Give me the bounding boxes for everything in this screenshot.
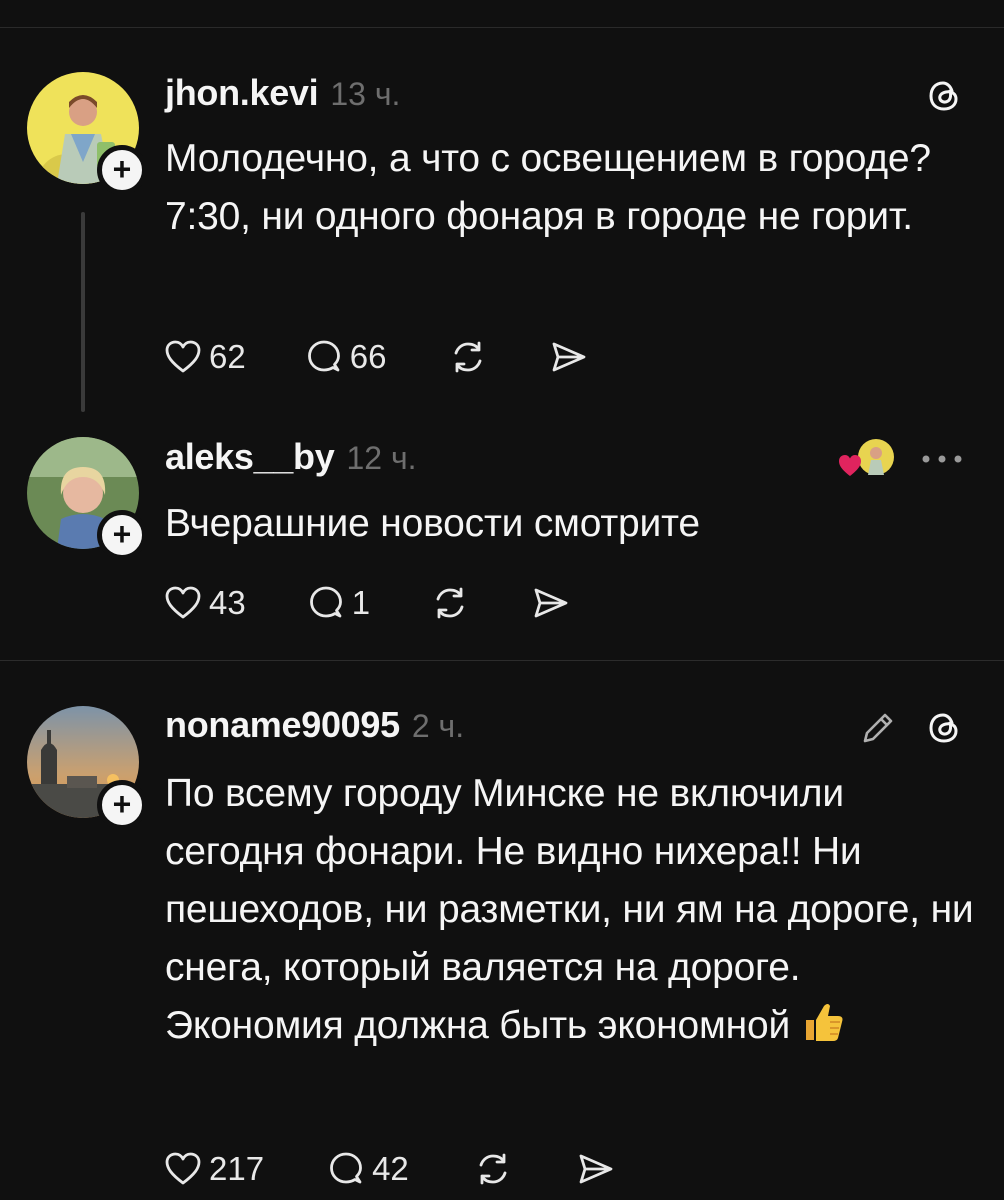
like-count: 43 (209, 584, 246, 621)
username[interactable]: noname90095 (165, 704, 400, 746)
repost-icon (436, 587, 464, 619)
post-text-content: По всему городу Минске не включили сегод… (165, 772, 974, 1047)
more-options-icon[interactable] (918, 444, 966, 474)
comment-count: 1 (351, 584, 371, 621)
post-text: Вчерашние новости смотрите (165, 502, 700, 545)
post-header: noname90095 2 ч. (165, 704, 464, 748)
timestamp: 13 ч. (330, 76, 401, 112)
send-icon (553, 342, 586, 372)
follow-button[interactable]: + (97, 145, 147, 195)
username[interactable]: jhon.kevi (165, 72, 319, 114)
like-button[interactable]: 62 (163, 337, 246, 377)
send-icon (579, 1154, 613, 1184)
comment-icon (307, 340, 340, 372)
comment-count: 42 (372, 1150, 409, 1187)
post-header: jhon.kevi 13 ч. (165, 72, 400, 116)
liked-by-author-avatar (836, 436, 902, 482)
comment-count: 66 (349, 338, 387, 375)
comment-icon (309, 586, 342, 618)
post-actions: 43 1 (163, 580, 570, 626)
like-button[interactable]: 43 (163, 583, 246, 623)
post-header: aleks__by 12 ч. (165, 436, 417, 480)
timestamp: 12 ч. (346, 440, 417, 476)
share-button[interactable] (575, 1149, 615, 1189)
edit-pencil-icon[interactable] (856, 706, 900, 750)
repost-icon (455, 341, 482, 373)
timestamp: 2 ч. (411, 708, 465, 744)
threads-icon[interactable] (922, 74, 966, 118)
comment-icon (330, 1152, 362, 1184)
share-button[interactable] (548, 337, 588, 377)
follow-button[interactable]: + (97, 510, 147, 560)
comment-button[interactable]: 1 (306, 583, 370, 623)
repost-button[interactable] (473, 1149, 513, 1189)
follow-button[interactable]: + (97, 780, 147, 830)
heart-icon (165, 1152, 201, 1185)
threads-icon[interactable] (922, 706, 966, 750)
top-divider (0, 27, 1004, 28)
heart-icon (165, 586, 201, 619)
like-count: 62 (209, 338, 246, 375)
comment-button[interactable]: 66 (304, 337, 387, 377)
share-button[interactable] (530, 583, 570, 623)
thumbs-up-emoji (800, 998, 846, 1061)
post-divider (0, 660, 1004, 661)
post-actions: 217 42 (163, 1146, 615, 1192)
comment-button[interactable]: 42 (326, 1149, 409, 1189)
post-text: По всему городу Минске не включили сегод… (165, 765, 975, 1061)
post-actions: 62 66 (163, 334, 588, 380)
post-text: Молодечно, а что с освещением в городе? … (165, 137, 931, 238)
repost-button[interactable] (430, 583, 470, 623)
repost-button[interactable] (448, 337, 488, 377)
like-count: 217 (209, 1150, 265, 1187)
like-button[interactable]: 217 (163, 1149, 264, 1189)
thread-line (81, 212, 85, 412)
username[interactable]: aleks__by (165, 436, 335, 478)
repost-icon (479, 1153, 507, 1185)
send-icon (534, 588, 568, 618)
heart-icon (165, 340, 201, 373)
